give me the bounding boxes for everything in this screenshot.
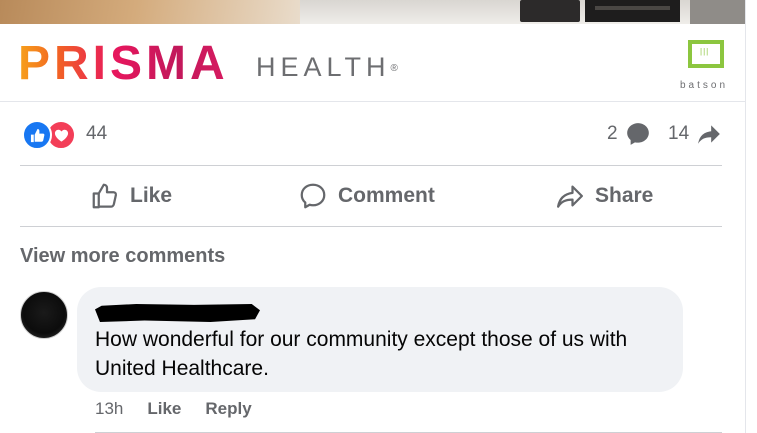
batson-logo-text: batson — [680, 80, 729, 91]
comment-button[interactable]: Comment — [298, 174, 435, 218]
comment-count-icon — [625, 121, 651, 147]
comment-button-label: Comment — [338, 184, 435, 207]
prisma-logo-wordmark: PRISMA — [18, 37, 229, 90]
image-chair — [520, 0, 580, 22]
comment-like-button[interactable]: Like — [147, 399, 181, 419]
post-image-top-strip[interactable] — [0, 0, 745, 24]
share-arrow-icon — [557, 185, 583, 208]
like-button[interactable]: Like — [90, 174, 172, 218]
image-chair — [585, 0, 680, 22]
share-button[interactable]: Share — [555, 174, 653, 218]
post-image-logo-banner[interactable]: PRISMA HEALTH® batson — [0, 24, 745, 102]
divider — [20, 165, 722, 166]
share-count-icon — [696, 121, 722, 147]
view-more-comments-link[interactable]: View more comments — [20, 245, 225, 268]
reaction-icons[interactable] — [22, 120, 78, 150]
image-window — [690, 0, 745, 24]
share-button-label: Share — [595, 184, 654, 207]
batson-logo-icon — [688, 40, 724, 68]
scrollbar-gutter[interactable] — [745, 0, 757, 433]
registered-mark: ® — [390, 62, 398, 74]
comment-count[interactable]: 2 — [607, 123, 618, 145]
comment-reply-button[interactable]: Reply — [205, 399, 251, 419]
like-reaction-icon — [22, 120, 52, 150]
comment-text: How wonderful for our community except t… — [95, 328, 628, 380]
health-logo-wordmark: HEALTH® — [256, 52, 398, 84]
like-button-label: Like — [130, 184, 173, 207]
thumbs-up-icon — [92, 183, 118, 209]
divider — [0, 101, 745, 102]
reaction-count[interactable]: 44 — [86, 123, 107, 145]
comment-timestamp[interactable]: 13h — [95, 399, 123, 419]
comment-author-redacted[interactable] — [95, 304, 260, 322]
comment-bubble-icon — [300, 183, 326, 209]
image-floor — [0, 0, 300, 24]
divider — [20, 226, 722, 227]
share-count[interactable]: 14 — [668, 123, 689, 145]
comment-meta: 13h Like Reply — [95, 397, 252, 421]
avatar[interactable] — [20, 291, 68, 339]
health-word: HEALTH — [256, 52, 391, 82]
